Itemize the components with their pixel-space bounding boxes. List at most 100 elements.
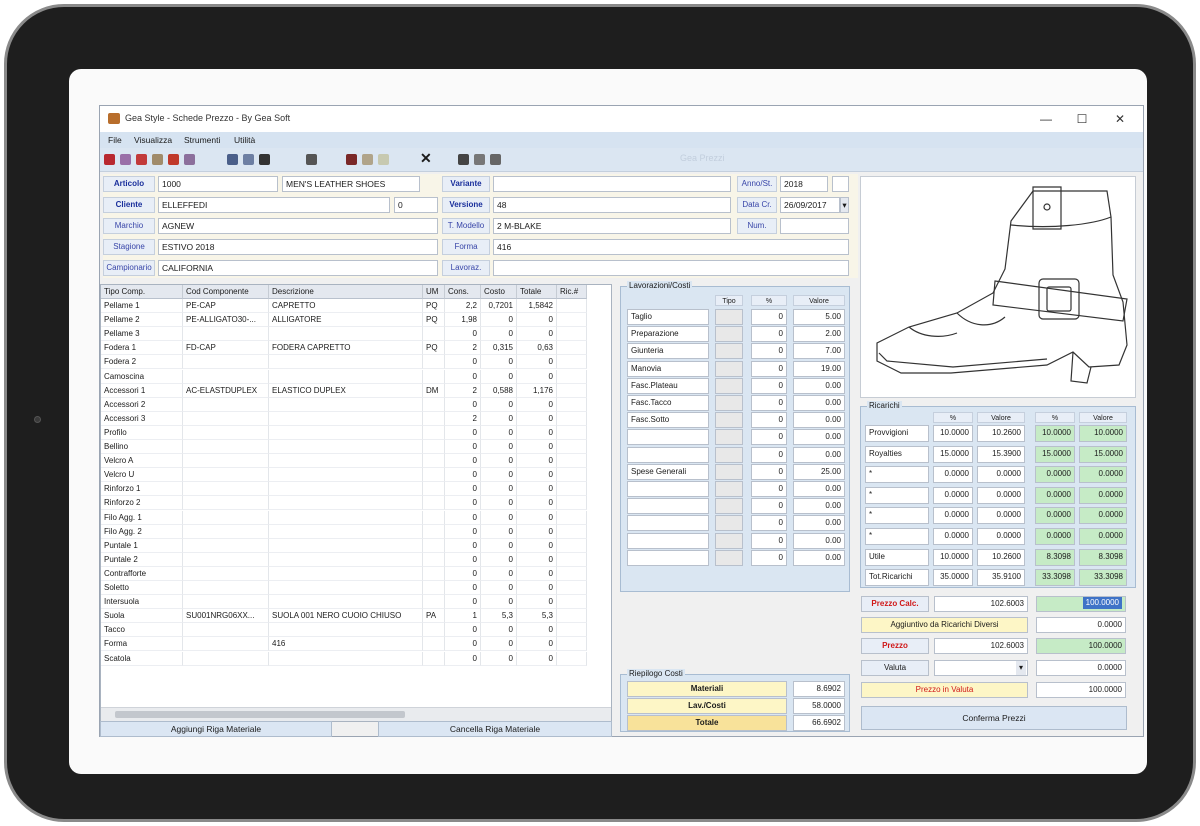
table-cell[interactable]: 0 — [517, 425, 557, 440]
valuta-select[interactable]: ▾ — [934, 660, 1028, 676]
table-cell[interactable]: 2 — [445, 383, 481, 398]
prezzo-calc-selection[interactable]: 100.0000 — [1082, 597, 1122, 609]
table-cell[interactable]: 0 — [481, 454, 517, 469]
table-cell[interactable]: 0 — [481, 425, 517, 440]
grid-column-header[interactable]: Totale — [517, 285, 557, 299]
table-cell[interactable]: 0 — [481, 397, 517, 412]
table-cell[interactable] — [557, 299, 587, 313]
table-cell[interactable]: Rinforzo 1 — [101, 482, 183, 497]
table-cell[interactable]: Puntale 1 — [101, 538, 183, 553]
ricarico-value[interactable]: 15.3900 — [977, 445, 1025, 463]
ricarico-pct[interactable]: 0.0000 — [933, 507, 973, 525]
table-cell[interactable] — [557, 383, 587, 398]
table-cell[interactable]: 0,63 — [517, 341, 557, 356]
table-cell[interactable]: Pellame 3 — [101, 327, 183, 342]
lavorazione-value[interactable]: 0.00 — [793, 498, 845, 515]
ricarico-value-alt[interactable]: 0.0000 — [1079, 528, 1127, 545]
table-cell[interactable] — [557, 609, 587, 624]
ricarico-pct[interactable]: 35.0000 — [933, 569, 973, 587]
table-cell[interactable]: 0,7201 — [481, 299, 517, 313]
lavorazione-name[interactable]: Taglio — [627, 309, 709, 325]
table-cell[interactable]: Camoscina — [101, 369, 183, 384]
table-cell[interactable]: Soletto — [101, 581, 183, 595]
table-cell[interactable]: 0 — [517, 651, 557, 666]
table-cell[interactable]: PQ — [423, 341, 445, 356]
ricarico-name[interactable]: * — [865, 528, 929, 545]
new-doc-icon[interactable] — [104, 154, 115, 165]
lavorazione-tipo[interactable] — [715, 549, 743, 566]
table-cell[interactable]: 0 — [481, 496, 517, 511]
lavorazione-value[interactable]: 19.00 — [793, 360, 845, 377]
table-cell[interactable]: 0 — [445, 397, 481, 412]
table-cell[interactable] — [557, 651, 587, 666]
table-cell[interactable]: 0 — [517, 552, 557, 567]
table-cell[interactable] — [183, 637, 269, 652]
table-cell[interactable] — [269, 538, 423, 553]
table-cell[interactable] — [423, 468, 445, 483]
lavorazione-pct[interactable]: 0 — [751, 446, 787, 463]
table-cell[interactable] — [183, 468, 269, 483]
table-cell[interactable] — [269, 566, 423, 581]
table-cell[interactable]: Scatola — [101, 651, 183, 666]
table-cell[interactable]: 1,98 — [445, 313, 481, 328]
grid-view-icon[interactable] — [243, 154, 254, 165]
table-cell[interactable]: 0 — [445, 524, 481, 539]
num-label[interactable]: Num. — [737, 218, 777, 234]
lavorazione-name[interactable] — [627, 429, 709, 446]
table-cell[interactable] — [183, 623, 269, 638]
table-cell[interactable]: 0 — [481, 595, 517, 610]
table-cell[interactable]: 0 — [445, 651, 481, 666]
ricarico-value[interactable]: 0.0000 — [977, 528, 1025, 545]
table-cell[interactable]: PQ — [423, 299, 445, 313]
lavorazione-value[interactable]: 0.00 — [793, 549, 845, 566]
table-cell[interactable]: PE-ALLIGATO30-... — [183, 313, 269, 328]
ricarico-value-alt[interactable]: 0.0000 — [1079, 486, 1127, 504]
ricarico-name[interactable]: Provvigioni — [865, 425, 929, 442]
lavorazione-tipo[interactable] — [715, 446, 743, 463]
ricarico-value[interactable]: 35.9100 — [977, 569, 1025, 587]
table-cell[interactable]: Puntale 2 — [101, 552, 183, 567]
ricarico-name[interactable]: * — [865, 486, 929, 504]
lavorazione-value[interactable]: 0.00 — [793, 446, 845, 463]
menu-visualizza[interactable]: Visualizza — [134, 135, 172, 145]
table-cell[interactable]: 0,315 — [481, 341, 517, 356]
table-cell[interactable] — [423, 637, 445, 652]
table-cell[interactable]: Accessori 2 — [101, 397, 183, 412]
table-cell[interactable]: 0 — [445, 482, 481, 497]
calculator-icon[interactable] — [306, 154, 317, 165]
lavorazione-name[interactable] — [627, 446, 709, 463]
table-cell[interactable] — [557, 468, 587, 483]
table-cell[interactable] — [557, 369, 587, 384]
table-cell[interactable]: 0 — [517, 355, 557, 370]
lavorazione-pct[interactable]: 0 — [751, 498, 787, 515]
lavorazione-pct[interactable]: 0 — [751, 429, 787, 446]
table-cell[interactable] — [423, 651, 445, 666]
list-view-icon[interactable] — [227, 154, 238, 165]
menu-file[interactable]: File — [108, 135, 122, 145]
campionario-field[interactable]: CALIFORNIA — [158, 260, 438, 276]
move-icon[interactable] — [458, 154, 469, 165]
cliente-label[interactable]: Cliente — [103, 197, 155, 213]
table-cell[interactable]: 0 — [445, 425, 481, 440]
ricarico-value[interactable]: 10.2600 — [977, 425, 1025, 442]
variante-label[interactable]: Variante — [442, 176, 490, 192]
ricarico-name[interactable]: Tot.Ricarichi — [865, 569, 929, 587]
table-cell[interactable] — [423, 327, 445, 342]
table-cell[interactable] — [183, 411, 269, 426]
table-cell[interactable]: Accessori 1 — [101, 383, 183, 398]
lavorazione-pct[interactable]: 0 — [751, 412, 787, 429]
grid-column-header[interactable]: Descrizione — [269, 285, 423, 299]
table-cell[interactable] — [269, 552, 423, 567]
lavorazione-value[interactable]: 0.00 — [793, 377, 845, 394]
table-cell[interactable]: 0 — [445, 327, 481, 342]
table-cell[interactable]: Profilo — [101, 425, 183, 440]
table-cell[interactable] — [183, 538, 269, 553]
table-cell[interactable] — [557, 581, 587, 595]
table-cell[interactable] — [269, 440, 423, 454]
copy-icon[interactable] — [152, 154, 163, 165]
articolo-label[interactable]: Articolo — [103, 176, 155, 192]
scrollbar-thumb[interactable] — [115, 711, 405, 718]
cancel-icon[interactable]: ✕ — [420, 150, 432, 167]
lavorazione-value[interactable]: 7.00 — [793, 343, 845, 360]
table-cell[interactable] — [423, 425, 445, 440]
